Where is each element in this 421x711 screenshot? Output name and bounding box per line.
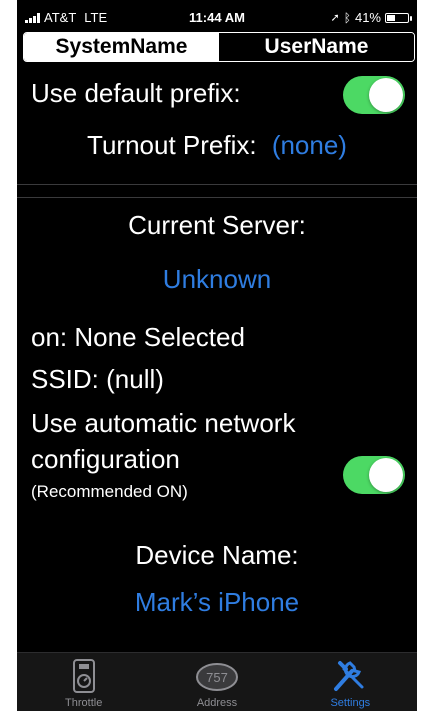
battery-nub: [410, 15, 412, 21]
tab-throttle[interactable]: Throttle: [17, 653, 150, 711]
app-screen: AT&T LTE 11:44 AM ➚ ᛒ 41% SystemName Use…: [17, 0, 417, 711]
segment-user-name[interactable]: UserName: [219, 33, 414, 61]
device-name-label: Device Name:: [135, 540, 299, 570]
current-server-label: Current Server:: [128, 210, 306, 240]
battery-icon: [385, 12, 412, 23]
name-display-segmented-control: SystemName UserName: [23, 32, 415, 62]
auto-network-label-line1: Use automatic network: [31, 408, 296, 438]
tab-settings[interactable]: Settings: [284, 653, 417, 711]
auto-network-toggle[interactable]: [343, 456, 405, 494]
ssid-label: SSID: (null): [31, 364, 164, 394]
default-prefix-toggle[interactable]: [343, 76, 405, 114]
device-name-value[interactable]: Mark’s iPhone: [17, 587, 417, 618]
auto-network-label-line2: configuration: [31, 444, 180, 474]
battery-level-fill: [387, 14, 396, 21]
tab-throttle-label: Throttle: [65, 697, 103, 709]
tab-address[interactable]: 757 Address: [150, 653, 283, 711]
turnout-prefix-row: Turnout Prefix: (none): [17, 130, 417, 161]
separator-1: [17, 184, 417, 185]
toggle-knob: [369, 78, 403, 112]
default-prefix-label: Use default prefix:: [31, 78, 241, 108]
tab-address-label: Address: [196, 697, 238, 709]
network-on-label: on: None Selected: [31, 322, 245, 352]
separator-2: [17, 197, 417, 198]
auto-network-hint: (Recommended ON): [31, 482, 188, 501]
status-right: ➚ ᛒ 41%: [330, 10, 412, 25]
address-badge-number: 757: [206, 670, 228, 685]
throttle-icon: [72, 659, 95, 693]
turnout-prefix-label: Turnout Prefix:: [87, 130, 257, 160]
status-bar: AT&T LTE 11:44 AM ➚ ᛒ 41%: [17, 0, 417, 34]
tab-settings-label: Settings: [330, 697, 371, 709]
wrench-screwdriver-icon: [334, 661, 364, 691]
current-server-value[interactable]: Unknown: [17, 264, 417, 295]
tab-bar: Throttle 757 Address Settings: [17, 652, 417, 711]
bluetooth-icon: ᛒ: [343, 10, 351, 25]
toggle-knob: [369, 458, 403, 492]
segment-system-name[interactable]: SystemName: [24, 33, 219, 61]
turnout-prefix-value[interactable]: (none): [272, 130, 347, 160]
address-757-icon: 757: [195, 663, 238, 691]
battery-percent: 41%: [354, 10, 381, 25]
location-arrow-icon: ➚: [330, 12, 340, 24]
